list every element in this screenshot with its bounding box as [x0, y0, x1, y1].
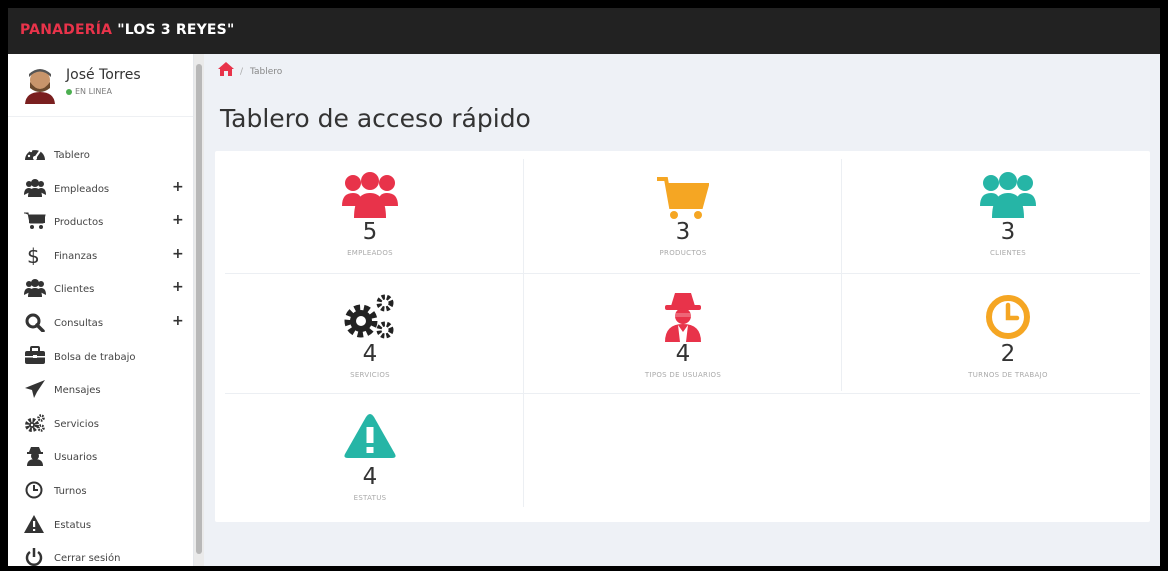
expand-plus-icon[interactable]: +: [172, 313, 184, 329]
tile-count: 4: [675, 341, 691, 367]
sidebar-menu: Tablero Empleados + Productos + $ Finanz…: [8, 138, 193, 566]
tile-label: TURNOS DE TRABAJO: [968, 371, 1048, 379]
brand-logo[interactable]: PANADERÍA "LOS 3 REYES": [20, 22, 234, 38]
user-status-text: EN LINEA: [75, 87, 112, 96]
sidebar-item-cerrar-sesion[interactable]: Cerrar sesión: [8, 541, 193, 566]
clock-icon: [25, 481, 43, 499]
sidebar-item-consultas[interactable]: Consultas +: [8, 306, 193, 340]
avatar: [25, 69, 55, 104]
tile-estatus[interactable]: 4 ESTATUS: [295, 409, 445, 519]
cogs-icon: [25, 414, 45, 432]
warning-icon: [24, 514, 44, 533]
tile-label: ESTATUS: [353, 494, 387, 502]
tile-count: 4: [362, 341, 378, 367]
user-name: José Torres: [66, 67, 141, 83]
sidebar-item-turnos[interactable]: Turnos: [8, 474, 193, 508]
sidebar-item-label: Finanzas: [54, 250, 98, 262]
users-icon: [342, 172, 398, 218]
tile-label: SERVICIOS: [350, 371, 390, 379]
sidebar-item-label: Estatus: [54, 519, 92, 531]
expand-plus-icon[interactable]: +: [172, 212, 184, 228]
divider: [523, 159, 524, 507]
sidebar-item-mensajes[interactable]: Mensajes: [8, 373, 193, 407]
scrollbar-thumb[interactable]: [196, 64, 202, 554]
top-navbar: PANADERÍA "LOS 3 REYES": [8, 8, 1160, 54]
tile-count: 5: [362, 219, 378, 245]
sidebar-item-finanzas[interactable]: $ Finanzas +: [8, 239, 193, 273]
sidebar-item-label: Clientes: [54, 284, 95, 296]
sidebar-item-label: Servicios: [54, 418, 99, 430]
breadcrumb: / Tablero: [204, 54, 1160, 88]
svg-text:$: $: [27, 245, 40, 265]
tile-clientes[interactable]: 3 CLIENTES: [933, 167, 1083, 277]
users-icon: [980, 172, 1036, 218]
brand-subtitle: "LOS 3 REYES": [117, 22, 235, 38]
sidebar: José Torres EN LINEA Tablero Empleados +…: [8, 54, 194, 566]
online-dot: [66, 88, 72, 95]
tile-label: EMPLEADOS: [347, 249, 393, 257]
user-status: EN LINEA: [66, 87, 112, 96]
users-icon: [24, 279, 46, 298]
tile-servicios[interactable]: 4 SERVICIOS: [295, 289, 445, 399]
sidebar-item-label: Consultas: [54, 317, 104, 329]
sidebar-item-label: Productos: [54, 217, 104, 229]
cogs-icon: [344, 294, 394, 339]
user-secret-icon: [27, 447, 43, 467]
sidebar-scrollbar[interactable]: [194, 54, 204, 566]
send-icon: [25, 380, 45, 399]
sidebar-item-label: Usuarios: [54, 452, 98, 464]
tile-count: 4: [362, 464, 378, 490]
sidebar-item-label: Tablero: [54, 150, 90, 161]
page-title: Tablero de acceso rápido: [220, 104, 531, 133]
tile-turnos-de-trabajo[interactable]: 2 TURNOS DE TRABAJO: [933, 289, 1083, 399]
sidebar-item-tablero[interactable]: Tablero: [8, 138, 193, 172]
user-secret-icon: [665, 293, 701, 342]
breadcrumb-current: Tablero: [250, 67, 283, 77]
tile-count: 3: [1000, 219, 1016, 245]
tile-label: PRODUCTOS: [659, 249, 707, 257]
tile-label: TIPOS DE USUARIOS: [644, 371, 722, 379]
warning-icon: [344, 414, 396, 458]
clock-icon: [986, 295, 1030, 339]
sidebar-item-productos[interactable]: Productos +: [8, 205, 193, 239]
search-icon: [25, 313, 45, 332]
dashboard-icon: [25, 147, 45, 160]
tile-tipos-de-usuarios[interactable]: 4 TIPOS DE USUARIOS: [608, 289, 758, 399]
sidebar-item-label: Bolsa de trabajo: [54, 351, 136, 363]
expand-plus-icon[interactable]: +: [172, 179, 184, 195]
tile-count: 3: [675, 219, 691, 245]
sidebar-item-label: Mensajes: [54, 385, 101, 397]
sidebar-item-label: Empleados: [54, 183, 110, 195]
power-icon: [25, 548, 43, 566]
expand-plus-icon[interactable]: +: [172, 279, 184, 295]
home-icon[interactable]: [218, 62, 234, 76]
expand-plus-icon[interactable]: +: [172, 246, 184, 262]
quick-access-panel: 5 EMPLEADOS 3 PRODUCTOS 3 CLIENTES 4 SER…: [215, 151, 1150, 522]
tile-count: 2: [1000, 341, 1016, 367]
sidebar-item-label: Cerrar sesión: [54, 553, 121, 565]
tile-empleados[interactable]: 5 EMPLEADOS: [295, 167, 445, 277]
breadcrumb-separator: /: [240, 67, 244, 77]
divider: [841, 159, 842, 391]
users-icon: [24, 178, 46, 197]
sidebar-item-label: Turnos: [54, 485, 87, 497]
sidebar-item-bolsa-de-trabajo[interactable]: Bolsa de trabajo: [8, 340, 193, 374]
sidebar-item-estatus[interactable]: Estatus: [8, 508, 193, 542]
user-panel: José Torres EN LINEA: [8, 54, 193, 117]
sidebar-item-empleados[interactable]: Empleados +: [8, 172, 193, 206]
sidebar-item-clientes[interactable]: Clientes +: [8, 272, 193, 306]
dollar-icon: $: [27, 245, 40, 265]
tile-label: CLIENTES: [989, 249, 1027, 257]
briefcase-icon: [25, 345, 45, 364]
app-window: PANADERÍA "LOS 3 REYES" José Torres EN L…: [8, 8, 1160, 566]
tile-productos[interactable]: 3 PRODUCTOS: [608, 167, 758, 277]
sidebar-item-servicios[interactable]: Servicios: [8, 407, 193, 441]
cart-icon: [24, 212, 46, 230]
brand-name: PANADERÍA: [20, 22, 113, 38]
cart-icon: [657, 177, 709, 219]
sidebar-item-usuarios[interactable]: Usuarios: [8, 440, 193, 474]
